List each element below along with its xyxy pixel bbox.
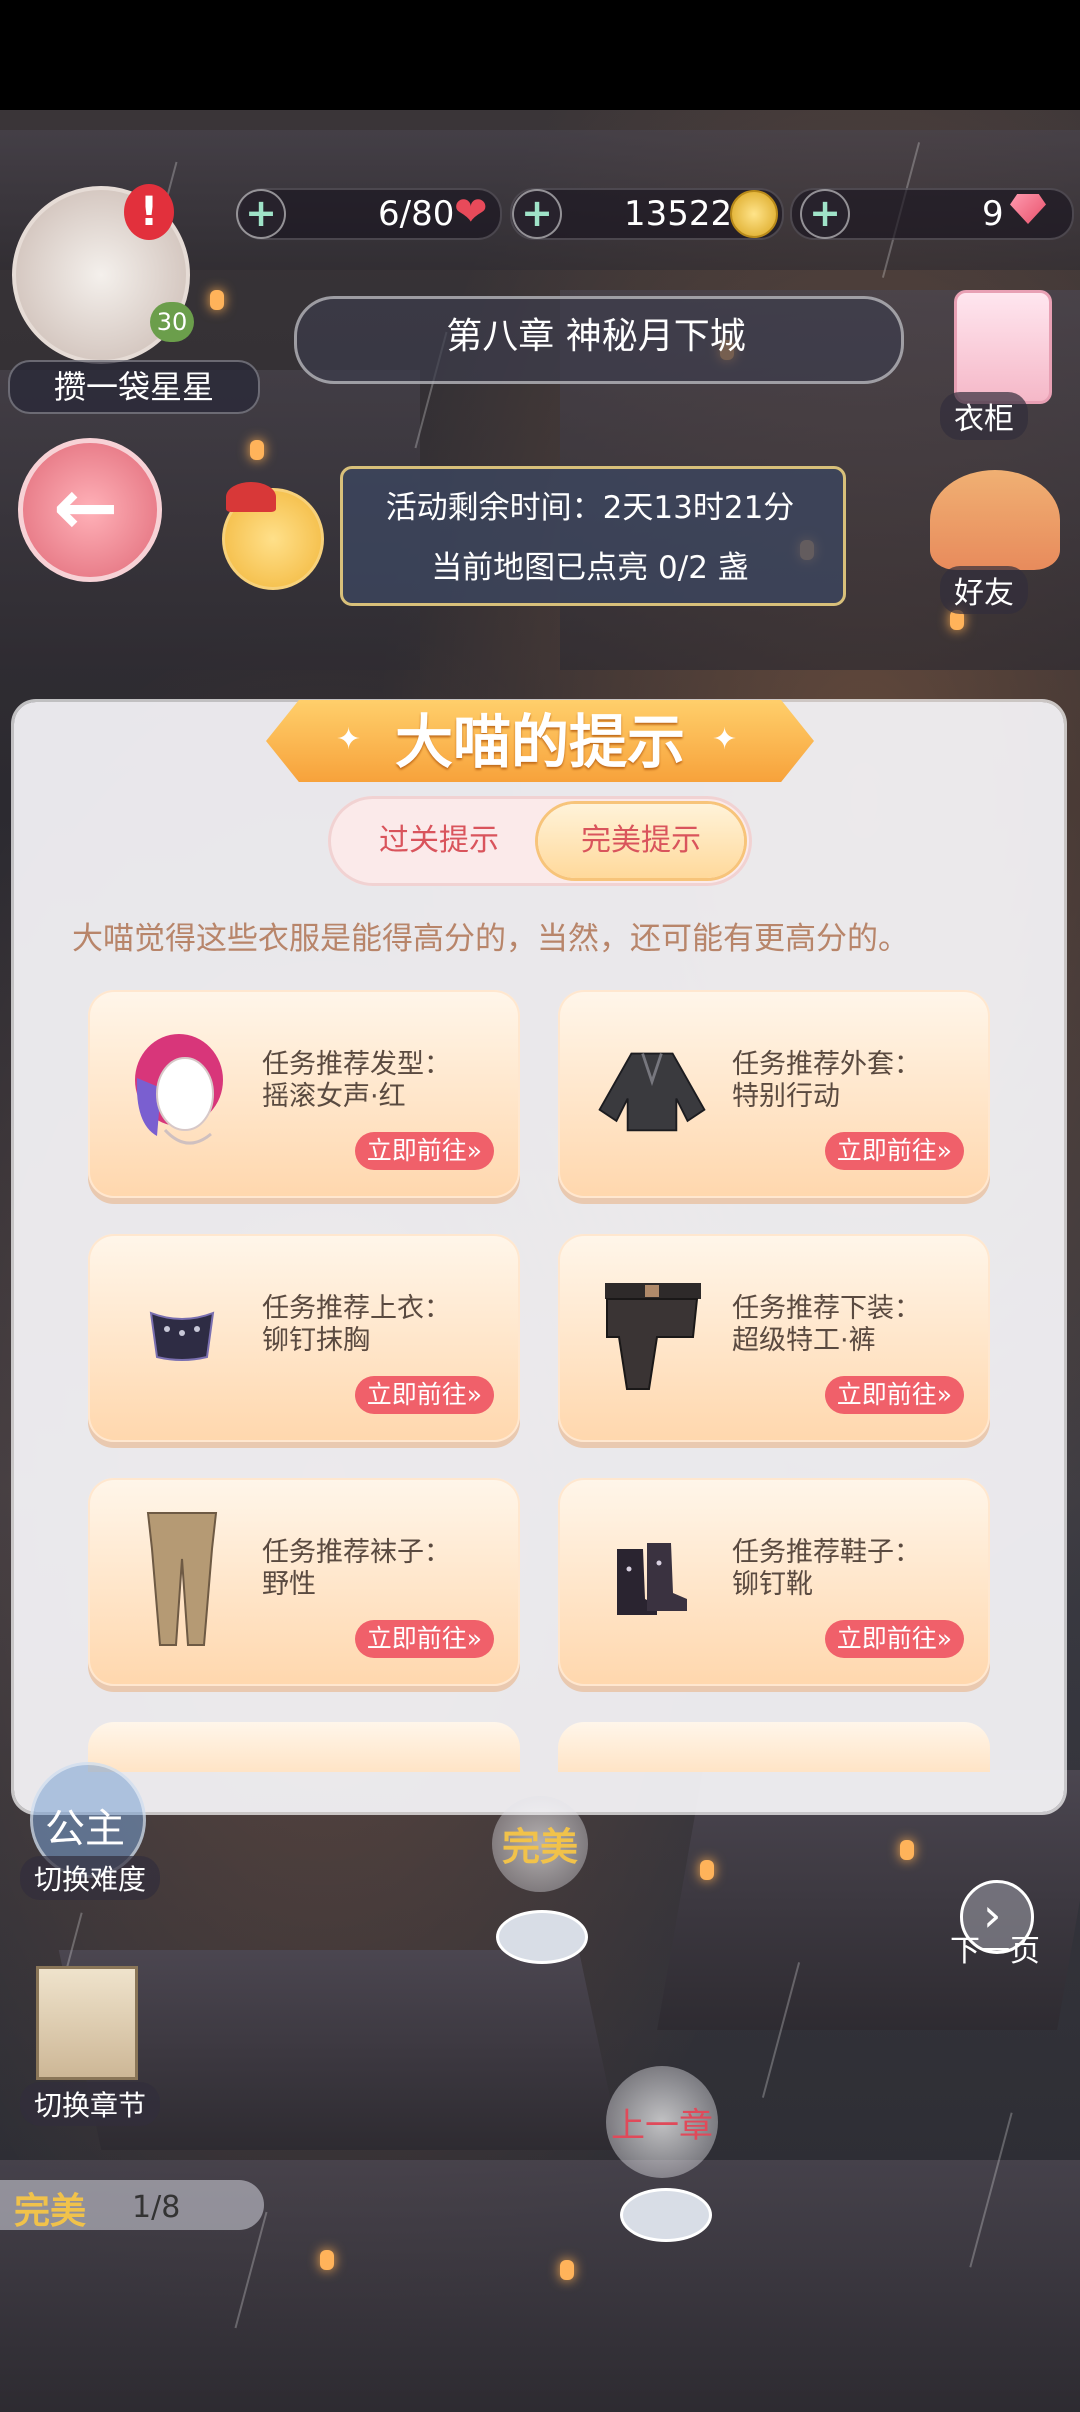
card-item-name: 特别行动 bbox=[732, 1081, 840, 1112]
hair-icon bbox=[124, 1028, 240, 1154]
cat-hat-icon bbox=[226, 482, 276, 512]
friends-label[interactable]: 好友 bbox=[940, 566, 1028, 614]
next-page-label[interactable]: 下一页 bbox=[950, 1926, 1040, 1970]
go-button[interactable]: 立即前往» bbox=[354, 1620, 494, 1658]
jacket-icon bbox=[594, 1028, 710, 1154]
prev-chapter-label: 上一章 bbox=[611, 2106, 713, 2146]
event-time-left: 活动剩余时间：2天13时21分 bbox=[385, 490, 795, 526]
recommend-card-boots[interactable]: 任务推荐鞋子： 铆钉靴 立即前往» bbox=[558, 1478, 990, 1686]
add-gems-button[interactable]: + bbox=[800, 189, 850, 239]
go-button[interactable]: 立即前往» bbox=[354, 1132, 494, 1170]
switch-chapter-button[interactable]: 切换章节 bbox=[20, 2082, 161, 2126]
wardrobe-label[interactable]: 衣柜 bbox=[940, 392, 1028, 440]
go-button[interactable]: 立即前往» bbox=[354, 1376, 494, 1414]
recommend-card-top[interactable]: 任务推荐上衣： 铆钉抹胸 立即前往» bbox=[88, 1234, 520, 1442]
hint-tabs: 过关提示 完美提示 bbox=[328, 796, 752, 886]
tab-pass-hint[interactable]: 过关提示 bbox=[336, 804, 542, 878]
go-button[interactable]: 立即前往» bbox=[824, 1620, 964, 1658]
difficulty-label: 公主 bbox=[45, 1806, 125, 1852]
map-node-disc[interactable] bbox=[620, 2188, 712, 2242]
add-coins-button[interactable]: + bbox=[512, 189, 562, 239]
add-stamina-button[interactable]: + bbox=[236, 189, 286, 239]
tab-perfect-hint[interactable]: 完美提示 bbox=[538, 804, 744, 878]
switch-difficulty-button[interactable]: 切换难度 bbox=[20, 1856, 161, 1900]
recommend-card-peek bbox=[558, 1722, 990, 1772]
coin-value: 13522 bbox=[624, 194, 733, 234]
star-event-button[interactable]: 攒一袋星星 bbox=[8, 360, 260, 414]
card-item-name: 超级特工·裤 bbox=[732, 1325, 876, 1356]
recommend-card-pants[interactable]: 任务推荐下装： 超级特工·裤 立即前往» bbox=[558, 1234, 990, 1442]
recommend-card-jacket[interactable]: 任务推荐外套： 特别行动 立即前往» bbox=[558, 990, 990, 1198]
dialog-title: 大喵的提示 bbox=[394, 708, 685, 776]
hint-text: 大喵觉得这些衣服是能得高分的，当然，还可能有更高分的。 bbox=[72, 921, 909, 957]
boots-icon bbox=[594, 1516, 710, 1642]
card-item-name: 摇滚女声·红 bbox=[262, 1081, 406, 1112]
gem-value: 9 bbox=[982, 194, 1004, 234]
heart-icon: ❤ bbox=[454, 189, 488, 235]
card-item-name: 铆钉靴 bbox=[732, 1569, 813, 1600]
perfect-label: 完美 bbox=[14, 2191, 87, 2232]
alert-icon: ! bbox=[124, 184, 174, 240]
card-item-name: 野性 bbox=[262, 1569, 316, 1600]
chapter-book-icon[interactable] bbox=[36, 1966, 138, 2080]
go-button[interactable]: 立即前往» bbox=[824, 1132, 964, 1170]
perfect-progress: 1/8 bbox=[132, 2190, 181, 2225]
perfect-node-label: 完美 bbox=[501, 1825, 578, 1869]
recommend-card-hair[interactable]: 任务推荐发型： 摇滚女声·红 立即前往» bbox=[88, 990, 520, 1198]
card-item-name: 铆钉抹胸 bbox=[262, 1325, 370, 1356]
event-lit-count: 当前地图已点亮 0/2 盏 bbox=[431, 550, 749, 586]
stamina-value: 6/80 bbox=[378, 194, 455, 234]
back-button[interactable]: ← bbox=[18, 438, 162, 582]
event-badge: 30 bbox=[150, 302, 194, 342]
coin-icon bbox=[730, 190, 778, 238]
go-button[interactable]: 立即前往» bbox=[824, 1376, 964, 1414]
stockings-icon bbox=[124, 1512, 240, 1646]
top-icon bbox=[124, 1272, 240, 1398]
chapter-title: 第八章 神秘月下城 bbox=[446, 316, 746, 357]
pants-icon bbox=[594, 1272, 710, 1398]
recommend-card-stockings[interactable]: 任务推荐袜子： 野性 立即前往» bbox=[88, 1478, 520, 1686]
wardrobe-icon[interactable] bbox=[954, 290, 1052, 404]
recommend-card-peek bbox=[88, 1722, 520, 1772]
friends-icon[interactable] bbox=[930, 470, 1060, 570]
map-node-disc[interactable] bbox=[496, 1910, 588, 1964]
arrow-left-icon: ← bbox=[53, 463, 119, 553]
